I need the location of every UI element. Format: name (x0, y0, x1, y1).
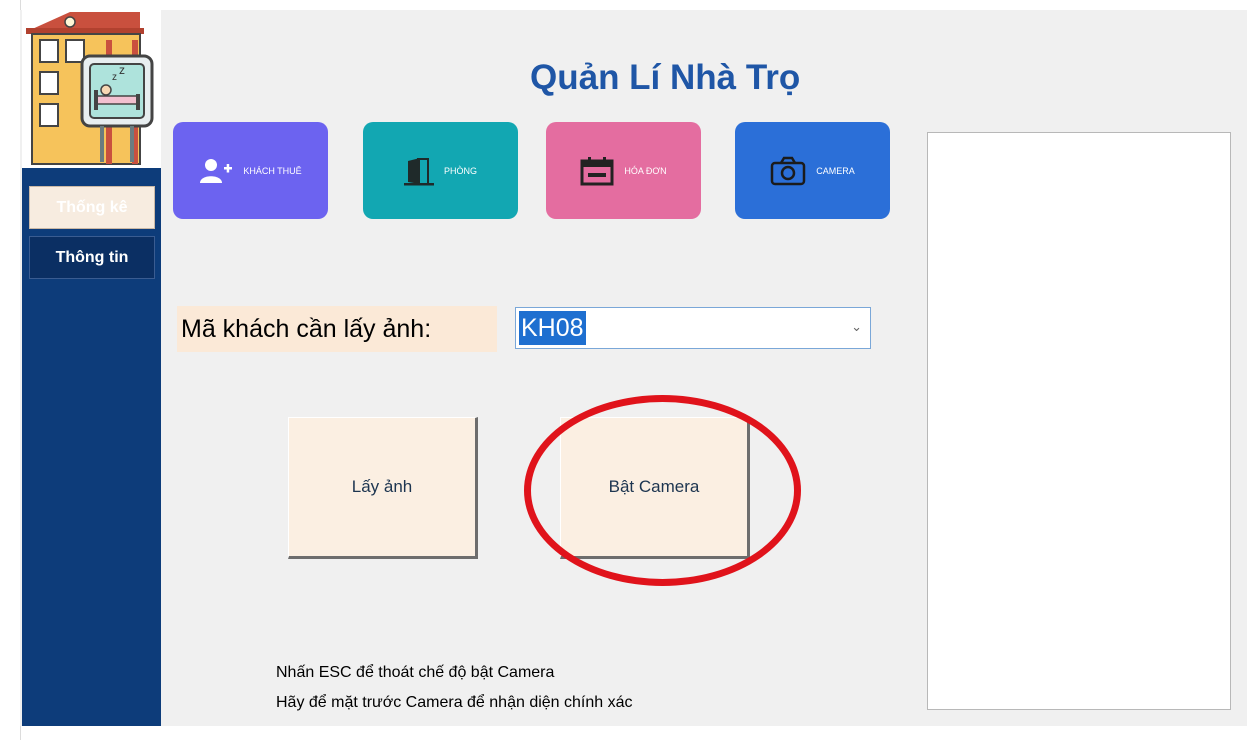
customer-code-value: KH08 (519, 311, 586, 345)
nav-tile-label: KHÁCH THUÊ (243, 165, 302, 176)
svg-text:z: z (112, 72, 117, 83)
customer-code-select[interactable]: KH08 ⌄ (515, 307, 871, 349)
nav-tile-camera[interactable]: CAMERA (735, 122, 890, 219)
instruction-note-esc: Nhấn ESC để thoát chế độ bật Camera (276, 664, 555, 681)
turn-on-camera-button[interactable]: Bật Camera (560, 417, 750, 559)
nav-tile-rooms[interactable]: PHÒNG (363, 122, 518, 219)
window-left-edge (0, 0, 21, 740)
calendar-icon (580, 156, 614, 186)
take-photo-button[interactable]: Lấy ảnh (288, 417, 478, 559)
instruction-note-face: Hãy để mặt trước Camera để nhận diện chí… (276, 694, 633, 711)
nav-tile-label: PHÒNG (443, 165, 477, 176)
nav-tile-tenants[interactable]: KHÁCH THUÊ (173, 122, 328, 219)
customer-code-label: Mã khách cần lấy ảnh: (177, 306, 497, 352)
camera-preview-panel (927, 132, 1231, 710)
sidebar: Thống kê Thông tin (22, 168, 161, 726)
page-title: Quản Lí Nhà Trọ (530, 58, 801, 97)
door-icon (403, 156, 434, 186)
svg-text:z: z (119, 63, 125, 77)
sidebar-item-info[interactable]: Thông tin (29, 236, 155, 279)
nav-tile-label: HÓA ĐƠN (624, 165, 667, 176)
nav-tile-label: CAMERA (816, 165, 855, 176)
camera-icon (770, 156, 806, 186)
chevron-down-icon[interactable]: ⌄ (851, 319, 862, 335)
add-user-icon (199, 158, 233, 184)
hotel-logo-icon: z z (26, 12, 154, 165)
sidebar-item-statistics[interactable]: Thống kê (29, 186, 155, 229)
nav-tile-invoices[interactable]: HÓA ĐƠN (546, 122, 701, 219)
logo: z z (22, 10, 161, 168)
